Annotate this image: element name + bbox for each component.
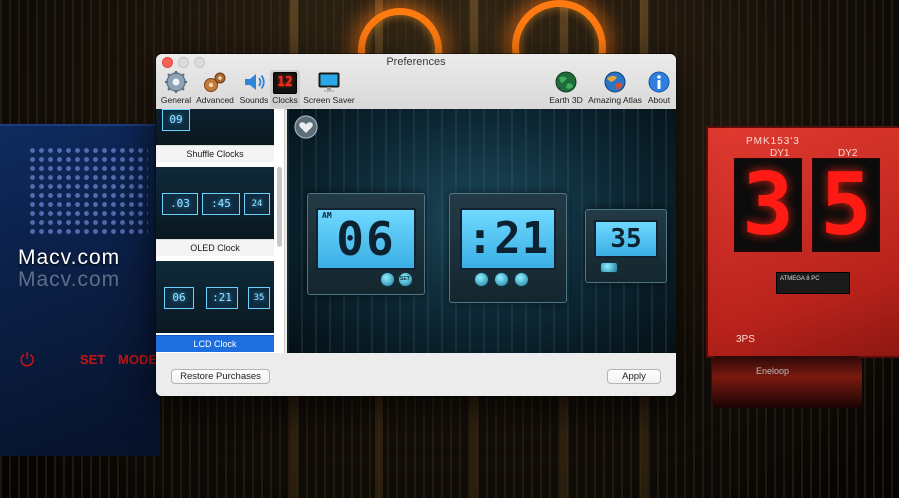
battery-decoration: Eneloop <box>712 356 862 408</box>
set-knob: SET <box>398 272 413 287</box>
knob-decoration <box>600 262 618 273</box>
list-item-label: OLED Clock <box>156 239 274 256</box>
list-item-label: LCD Clock <box>156 335 274 352</box>
clock-list-sidebar: 09 Shuffle Clocks .03 :45 24 OLED Clock … <box>156 109 285 353</box>
battery-label: Eneloop <box>756 366 790 376</box>
clock-thumbnail: 09 <box>156 109 274 145</box>
clock-thumbnail: .03 :45 24 <box>156 167 274 239</box>
knob-decoration <box>514 272 529 287</box>
list-item-label: Shuffle Clocks <box>156 145 274 162</box>
lcd-minutes-digits: :21 <box>466 213 550 264</box>
tab-earth-3d-label: Earth 3D <box>549 95 583 105</box>
power-icon: ⏻ <box>20 350 35 370</box>
lcd-minutes-module: :21 <box>449 193 567 303</box>
thumbnail-digits: 35 <box>248 287 270 309</box>
board-chip-label: PMK153'3 <box>746 136 800 147</box>
window-title: Preferences <box>386 56 446 68</box>
lcd-minutes-screen: :21 <box>460 208 556 270</box>
info-icon <box>648 71 670 93</box>
clock-digits-icon: 12 <box>273 72 297 94</box>
watermark: Macv.com <box>18 246 121 269</box>
lcd-hours-screen: AM 06 <box>316 208 416 270</box>
lcd-hours-digits: 06 <box>336 212 396 266</box>
am-pm-indicator: AM <box>322 211 332 220</box>
tab-general[interactable]: General <box>160 70 192 108</box>
left-board-set-label: SET <box>80 352 106 367</box>
list-item-lcd-clock[interactable]: 06 :21 35 LCD Clock <box>156 261 274 352</box>
left-board-mode-label: MODE <box>118 352 157 367</box>
seven-segment-digit: 5 <box>812 158 880 252</box>
tab-advanced-label: Advanced <box>196 95 234 105</box>
tab-general-label: General <box>160 95 192 105</box>
set-knob-label: SET <box>400 276 410 282</box>
led-dot-matrix <box>28 146 148 236</box>
thumbnail-digits: :45 <box>202 193 240 215</box>
lcd-seconds-digits: 35 <box>610 224 642 254</box>
board-microchip: ATMEGA 8 PC <box>776 272 850 294</box>
clock-preview: AM 06 SET :21 35 <box>287 109 676 353</box>
tab-about[interactable]: About <box>644 70 674 108</box>
tab-amazing-atlas-label: Amazing Atlas <box>588 95 642 105</box>
clock-thumbnail: 06 :21 35 <box>156 261 274 333</box>
lcd-seconds-screen: 35 <box>594 220 658 258</box>
window-footer: Restore Purchases Apply <box>156 353 676 396</box>
preferences-window: Preferences General Advanced Sounds 12 C… <box>156 54 676 396</box>
thumbnail-digits: .03 <box>162 193 198 215</box>
tab-advanced[interactable]: Advanced <box>194 70 236 108</box>
thumbnail-digits: 06 <box>164 287 194 309</box>
seven-segment-digit: 3 <box>734 158 802 252</box>
list-item-shuffle-clocks[interactable]: 09 Shuffle Clocks <box>156 109 274 162</box>
gear-icon <box>165 71 187 93</box>
window-titlebar: Preferences General Advanced Sounds 12 C… <box>156 54 676 110</box>
tab-screen-saver[interactable]: Screen Saver <box>302 70 356 108</box>
watermark-shadow: Macv.com <box>18 268 121 291</box>
tab-clocks-label: Clocks <box>272 95 298 105</box>
knob-decoration <box>474 272 489 287</box>
apply-button[interactable]: Apply <box>607 369 661 384</box>
lcd-seconds-module: 35 <box>585 209 667 283</box>
restore-purchases-button[interactable]: Restore Purchases <box>171 369 270 384</box>
list-item-oled-clock[interactable]: .03 :45 24 OLED Clock <box>156 167 274 256</box>
thumbnail-digits: 24 <box>244 193 270 215</box>
tab-sounds-label: Sounds <box>239 95 269 105</box>
tab-clocks[interactable]: 12 Clocks <box>270 70 300 108</box>
tab-amazing-atlas[interactable]: Amazing Atlas <box>588 70 642 108</box>
thumbnail-digits: 09 <box>162 109 190 131</box>
globe-icon <box>555 71 577 93</box>
knob-decoration <box>380 272 395 287</box>
lcd-hours-module: AM 06 SET <box>307 193 425 295</box>
monitor-icon <box>318 72 340 92</box>
sidebar-scrollbar[interactable] <box>277 167 282 247</box>
knob-decoration <box>494 272 509 287</box>
favorite-heart-icon[interactable] <box>293 115 319 139</box>
tab-about-label: About <box>647 95 671 105</box>
tab-earth-3d[interactable]: Earth 3D <box>546 70 586 108</box>
gears-advanced-icon <box>204 72 226 92</box>
atlas-globe-icon <box>604 71 626 93</box>
thumbnail-digits: :21 <box>206 287 238 309</box>
speaker-icon <box>245 74 265 90</box>
tab-screen-saver-label: Screen Saver <box>303 95 355 105</box>
tab-sounds[interactable]: Sounds <box>238 70 270 108</box>
board-bottom-label: 3PS <box>736 334 755 345</box>
right-circuit-board: PMK153'3 DY1 DY2 3 5 ATMEGA 8 PC 3PS <box>706 126 899 358</box>
